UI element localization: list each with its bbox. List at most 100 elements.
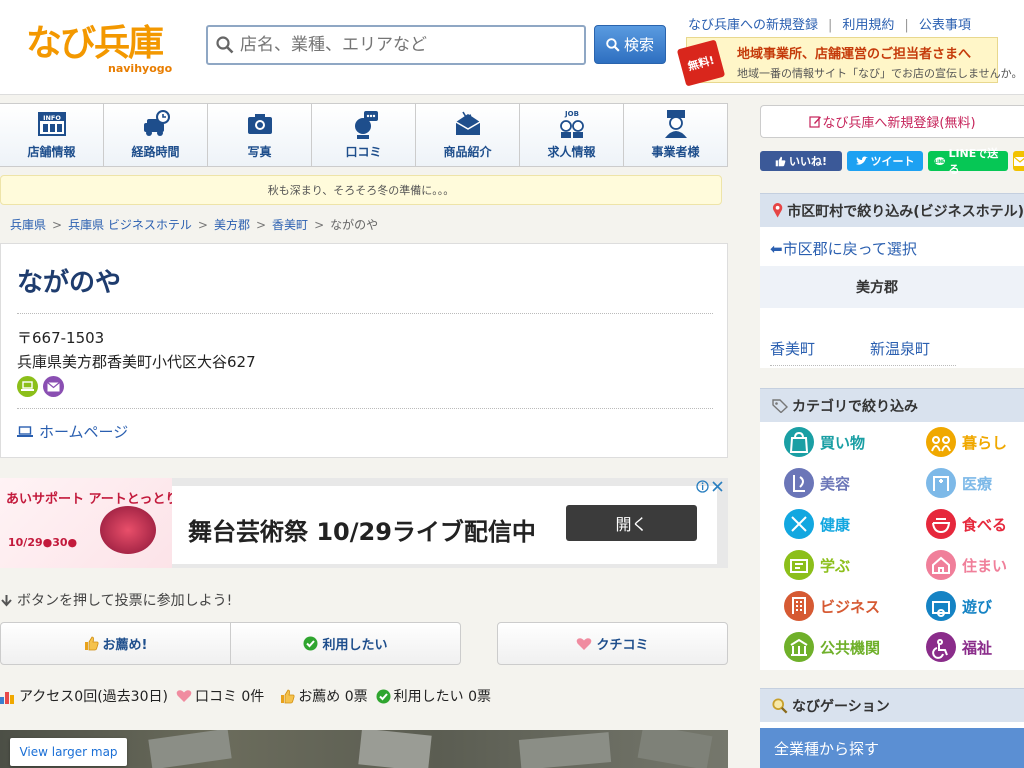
mail-icon[interactable] <box>43 376 64 397</box>
search-box[interactable] <box>206 25 586 65</box>
terms-link[interactable]: 利用規約 <box>842 18 894 33</box>
map-pin-icon <box>772 203 783 218</box>
category-item[interactable]: 暮らし <box>926 427 1007 457</box>
breadcrumb-county[interactable]: 美方郡 <box>214 218 250 232</box>
camera-icon <box>247 114 272 134</box>
breadcrumb-town[interactable]: 香美町 <box>272 218 308 232</box>
back-to-county-link[interactable]: ⬅市区郡に戻って選択 <box>770 238 917 259</box>
tab-label: 口コミ <box>345 145 382 159</box>
category-label: 医療 <box>962 474 993 493</box>
tab-label: 事業者様 <box>651 145 700 159</box>
address: 兵庫県美方郡香美町小代区大谷627 <box>17 353 256 371</box>
category-item[interactable]: 美容 <box>784 468 850 498</box>
category-item[interactable]: 福祉 <box>926 632 992 662</box>
mail-share-button[interactable] <box>1013 151 1024 171</box>
facebook-like-button[interactable]: いいね! <box>760 151 842 171</box>
town-link-kami[interactable]: 香美町 <box>770 338 815 359</box>
ad-open-button[interactable]: 開く <box>566 505 697 541</box>
category-label: ビジネス <box>820 597 881 616</box>
arrow-down-icon <box>1 594 12 606</box>
recommend-button[interactable]: お薦め! <box>0 622 231 665</box>
ad-image: あいサポート アートとっとり祭 10/29●30● <box>0 478 191 568</box>
category-item[interactable]: 住まい <box>926 550 1007 580</box>
svg-text:INFO: INFO <box>43 114 61 122</box>
want-use-count: 利用したい 0票 <box>393 689 492 705</box>
car-clock-icon <box>143 110 170 136</box>
category-label: 健康 <box>820 515 851 534</box>
laptop-icon[interactable] <box>17 376 38 397</box>
ad-dates: 10/29●30● <box>8 536 78 549</box>
check-icon <box>376 689 391 703</box>
category-label: 住まい <box>962 556 1008 575</box>
satellite-map[interactable]: View larger map <box>0 730 728 768</box>
house-icon <box>926 550 956 580</box>
public-icon <box>784 632 814 662</box>
tab-label: 写真 <box>247 145 272 159</box>
study-icon <box>784 550 814 580</box>
tab-label: 店舗情報 <box>27 145 76 159</box>
site-logo[interactable]: なび兵庫 navihyogo <box>26 22 176 78</box>
heart-icon <box>577 637 592 650</box>
health-icon <box>784 509 814 539</box>
zip-code: 〒667-1503 <box>17 329 105 347</box>
advertisement[interactable]: あいサポート アートとっとり祭 10/29●30● 舞台芸術祭 10/29ライブ… <box>0 478 728 568</box>
category-label: 学ぶ <box>820 556 851 575</box>
twitter-tweet-button[interactable]: ツイート <box>847 151 923 171</box>
want-use-label: 利用したい <box>322 638 388 653</box>
tab-products[interactable]: 商品紹介 <box>416 104 520 166</box>
category-item[interactable]: 健康 <box>784 509 850 539</box>
search-input[interactable] <box>240 35 570 55</box>
thumbs-up-icon <box>281 689 295 703</box>
category-item[interactable]: 遊び <box>926 591 992 621</box>
tab-reviews[interactable]: 口コミ <box>312 104 416 166</box>
owner-banner[interactable]: 無料! 地域事業所、店舗運営のご担当者さまへ 地域一番の情報サイト「なび」でお店… <box>676 37 1022 87</box>
all-industries-link[interactable]: 全業種から探す <box>760 728 1024 768</box>
tab-shop-info[interactable]: INFO 店舗情報 <box>0 104 104 166</box>
category-item[interactable]: 学ぶ <box>784 550 850 580</box>
register-link[interactable]: なび兵庫への新規登録 <box>688 18 818 33</box>
adchoices-icon[interactable] <box>696 480 726 494</box>
category-item[interactable]: 公共機関 <box>784 632 880 662</box>
sidebar-register-button[interactable]: なび兵庫へ新規登録(無料) <box>760 105 1024 138</box>
vote-prompt-text: ボタンを押して投票に参加しよう! <box>17 593 233 609</box>
tab-label: 経路時間 <box>131 145 180 159</box>
search-button-label: 検索 <box>623 36 654 54</box>
search-button[interactable]: 検索 <box>594 25 666 64</box>
access-count: アクセス0回(過去30日) <box>19 689 168 705</box>
social-buttons: いいね! ツイート LINE LINEで送る <box>760 147 1024 176</box>
want-use-button[interactable]: 利用したい <box>231 622 461 665</box>
laptop-icon <box>17 425 33 437</box>
breadcrumb-category[interactable]: 兵庫県 ビジネスホテル <box>68 218 192 232</box>
free-badge: 無料! <box>676 39 726 87</box>
review-count: 口コミ 0件 <box>194 689 265 705</box>
category-item[interactable]: 買い物 <box>784 427 865 457</box>
town-link-shinonsen[interactable]: 新温泉町 <box>870 338 930 359</box>
product-icon <box>455 111 480 135</box>
category-item[interactable]: 医療 <box>926 468 992 498</box>
category-label: 福祉 <box>962 638 993 657</box>
tab-business-owners[interactable]: 事業者様 <box>624 104 728 166</box>
navigation-panel: なびゲーション 全業種から探す <box>760 688 1024 768</box>
bowl-icon <box>926 509 956 539</box>
contact-icons <box>17 376 64 397</box>
homepage-link[interactable]: ホームページ <box>17 421 128 442</box>
breadcrumb-prefecture[interactable]: 兵庫県 <box>10 218 46 232</box>
info-icon: INFO <box>37 112 66 136</box>
kuchikomi-label: クチコミ <box>596 638 649 653</box>
divider <box>770 365 956 366</box>
kuchikomi-button[interactable]: クチコミ <box>497 622 728 665</box>
line-share-button[interactable]: LINE LINEで送る <box>928 147 1008 176</box>
tab-route-time[interactable]: 経路時間 <box>104 104 208 166</box>
recommend-count: お薦め 0票 <box>298 689 368 705</box>
tab-photos[interactable]: 写真 <box>208 104 312 166</box>
recommend-label: お薦め! <box>102 638 148 653</box>
shop-nav-tabs: INFO 店舗情報 経路時間 写真 口コミ 商品紹介 JOB 求人情報 事業者様 <box>0 103 728 167</box>
tab-jobs[interactable]: JOB 求人情報 <box>520 104 624 166</box>
hospital-icon <box>926 468 956 498</box>
close-icon[interactable] <box>711 480 724 493</box>
category-item[interactable]: 食べる <box>926 509 1007 539</box>
disclosure-link[interactable]: 公表事項 <box>919 18 971 33</box>
category-item[interactable]: ビジネス <box>784 591 880 621</box>
view-larger-map-button[interactable]: View larger map <box>10 738 127 766</box>
speech-bubble-icon <box>354 111 378 139</box>
